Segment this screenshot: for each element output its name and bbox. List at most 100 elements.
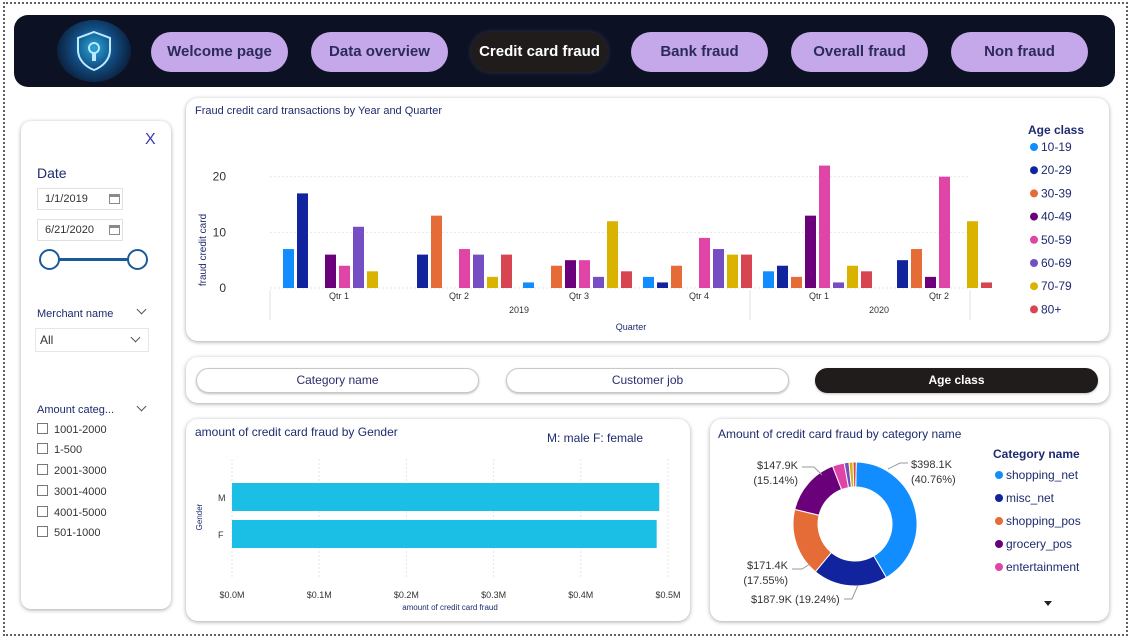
toggle-customer-job[interactable]: Customer job	[506, 368, 789, 393]
leader-line	[792, 563, 811, 570]
bar-30-39	[431, 215, 442, 288]
bar-70-79	[727, 254, 738, 288]
nav-bank-fraud[interactable]: Bank fraud	[631, 32, 768, 72]
amount-option[interactable]: 2001-3000	[37, 464, 107, 478]
merchant-name-label: Merchant name	[37, 308, 114, 320]
calendar-icon[interactable]	[109, 194, 120, 204]
chart-title: Fraud credit card transactions by Year a…	[195, 105, 442, 117]
leader-line	[844, 584, 859, 600]
amount-option[interactable]: 501-1000	[37, 526, 101, 540]
bar-80+	[861, 271, 872, 288]
amount-option[interactable]: 3001-4000	[37, 485, 107, 499]
nav-overall-fraud[interactable]: Overall fraud	[791, 32, 928, 72]
bar-20-29	[297, 193, 308, 288]
bar-50-59	[459, 249, 470, 288]
date-range-end-handle[interactable]	[127, 249, 148, 270]
bar-60-69	[713, 249, 724, 288]
bar-50-59	[699, 237, 710, 288]
date-range-track[interactable]	[49, 258, 137, 261]
x-axis-label: amount of credit card fraud	[402, 603, 498, 612]
bar-60-69	[593, 276, 604, 288]
close-icon[interactable]: X	[145, 131, 156, 149]
nav-data-overview[interactable]: Data overview	[311, 32, 448, 72]
checkbox[interactable]	[37, 506, 48, 517]
chart-title: Amount of credit card fraud by category …	[718, 427, 962, 441]
amount-option[interactable]: 4001-5000	[37, 506, 107, 520]
bar-40-49	[325, 254, 336, 288]
chevron-down-icon[interactable]	[136, 304, 147, 315]
checkbox[interactable]	[37, 443, 48, 454]
scroll-down-icon[interactable]	[1044, 601, 1052, 606]
bar-30-39	[551, 265, 562, 288]
checkbox[interactable]	[37, 464, 48, 475]
toggle-category-name[interactable]: Category name	[196, 368, 479, 393]
bar-10-19	[763, 271, 774, 288]
bar-70-79	[607, 221, 618, 288]
nav-credit-card-fraud[interactable]: Credit card fraud	[471, 32, 608, 72]
data-label: (40.76%)	[911, 474, 956, 486]
legend-marker	[1030, 235, 1038, 244]
x-tick-label: Qtr 2	[929, 291, 949, 301]
legend-label: shopping_pos	[1006, 514, 1081, 528]
legend-label: 50-59	[1041, 233, 1072, 247]
legend-label: 20-29	[1041, 163, 1072, 177]
x-tick-label: $0.1M	[307, 590, 332, 600]
bar-80+	[501, 254, 512, 288]
legend-marker	[1030, 166, 1038, 175]
y-axis-label: fraud credit card	[198, 214, 209, 286]
chart-title: amount of credit card fraud by Gender	[195, 425, 398, 439]
legend-label: 70-79	[1041, 279, 1072, 293]
fraud-by-category-chart: Amount of credit card fraud by category …	[718, 427, 1081, 606]
amount-option[interactable]: 1-500	[37, 443, 82, 457]
legend-marker	[1030, 189, 1038, 198]
x-tick-label: $0.2M	[394, 590, 419, 600]
bar-30-39	[911, 249, 922, 288]
bar-10-19	[523, 282, 534, 288]
leader-line	[887, 462, 908, 470]
data-label: $171.4K	[747, 560, 789, 572]
legend-label: 60-69	[1041, 256, 1072, 270]
bar-50-59	[579, 260, 590, 288]
data-label: (15.14%)	[753, 475, 798, 487]
bar-20-29	[897, 260, 908, 288]
legend-marker	[995, 471, 1003, 479]
bar-60-69	[833, 282, 844, 288]
legend-marker	[1030, 305, 1038, 314]
legend-marker	[1030, 143, 1038, 151]
bar-40-49	[805, 215, 816, 288]
top-nav-bar: Welcome page Data overview Credit card f…	[14, 15, 1115, 87]
legend-label: 80+	[1041, 302, 1061, 316]
gender-chart-card: amount of credit card fraud by Gender M: …	[186, 419, 690, 621]
checkbox[interactable]	[37, 526, 48, 537]
legend-label: grocery_pos	[1006, 537, 1072, 551]
x-tick-label: Qtr 3	[569, 291, 589, 301]
bar-30-39	[791, 276, 802, 288]
quarter-chart-card: Fraud credit card transactions by Year a…	[186, 98, 1109, 341]
data-label: $187.9K (19.24%)	[751, 594, 840, 606]
merchant-name-dropdown[interactable]: All	[35, 328, 149, 352]
bar-F	[232, 520, 657, 548]
chevron-down-icon[interactable]	[136, 401, 147, 412]
amount-option[interactable]: 1001-2000	[37, 423, 107, 437]
legend-label: 30-39	[1041, 186, 1072, 200]
bar-20-29	[777, 265, 788, 288]
amount-option-label: 1-500	[54, 444, 83, 456]
legend-label: 10-19	[1041, 140, 1072, 154]
checkbox[interactable]	[37, 423, 48, 434]
bar-20-29	[657, 282, 668, 288]
checkbox[interactable]	[37, 485, 48, 496]
x-tick-label: $0.3M	[481, 590, 506, 600]
fraud-by-gender-chart: amount of credit card fraud by Gender M: …	[195, 425, 681, 612]
category-chart-card: Amount of credit card fraud by category …	[710, 419, 1109, 621]
y-tick-label: 0	[219, 281, 226, 295]
legend-title: Age class	[1028, 123, 1084, 137]
date-range-start-handle[interactable]	[39, 249, 60, 270]
bar-70-79	[967, 221, 978, 288]
x-tick-label: Qtr 1	[329, 291, 349, 301]
bar-40-49	[565, 260, 576, 288]
bar-70-79	[847, 265, 858, 288]
toggle-age-class[interactable]: Age class	[815, 368, 1098, 393]
calendar-icon[interactable]	[109, 225, 120, 235]
nav-welcome-page[interactable]: Welcome page	[151, 32, 288, 72]
nav-non-fraud[interactable]: Non fraud	[951, 32, 1088, 72]
